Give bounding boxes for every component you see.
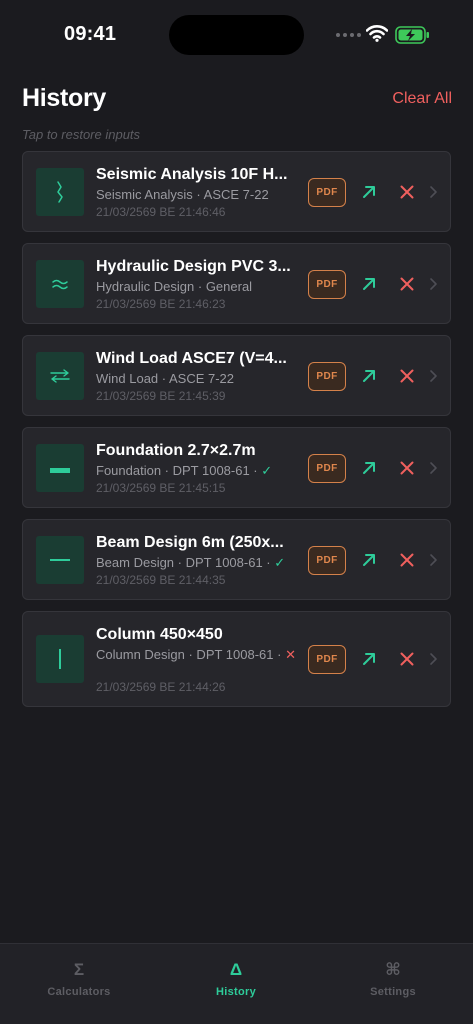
tab-settings[interactable]: ⌘ Settings [333, 959, 453, 998]
delete-icon[interactable] [397, 366, 417, 386]
tab-bar: Σ Calculators Δ History ⌘ Settings [0, 943, 473, 1024]
item-title: Hydraulic Design PVC 3... [96, 258, 291, 275]
item-subtitle: Seismic Analysis · ASCE 7-22 [96, 187, 269, 202]
seismic-wave-icon [36, 168, 84, 216]
tab-calculators[interactable]: Σ Calculators [19, 959, 139, 998]
history-item[interactable]: Beam Design 6m (250x... Beam Design · DP… [22, 519, 451, 600]
open-arrow-icon[interactable] [359, 274, 379, 294]
pdf-export-button[interactable]: PDF [308, 362, 346, 391]
page-title: History [22, 84, 107, 112]
delete-icon[interactable] [397, 649, 417, 669]
status-mark: ✓ [261, 463, 273, 478]
delete-icon[interactable] [397, 550, 417, 570]
history-item[interactable]: Foundation 2.7×2.7m Foundation · DPT 100… [22, 427, 451, 508]
delete-icon[interactable] [397, 182, 417, 202]
water-waves-icon [36, 260, 84, 308]
item-date: 21/03/2569 BE 21:44:35 [96, 573, 226, 587]
chevron-right-icon [430, 186, 437, 198]
cellular-signal-icon [336, 33, 361, 37]
dynamic-island [169, 15, 304, 55]
item-subtitle: Foundation · DPT 1008-61 · ✓ [96, 463, 273, 478]
tab-history[interactable]: Δ History [176, 959, 296, 998]
open-arrow-icon[interactable] [359, 550, 379, 570]
tab-label: History [216, 986, 256, 998]
history-item[interactable]: Column 450×450 Column Design · DPT 1008-… [22, 611, 451, 707]
item-subtitle: Column Design · DPT 1008-61 · ✕ [96, 647, 296, 662]
history-item[interactable]: Hydraulic Design PVC 3... Hydraulic Desi… [22, 243, 451, 324]
chevron-right-icon [430, 370, 437, 382]
status-bar: 09:41 [0, 0, 473, 62]
history-item[interactable]: Seismic Analysis 10F H... Seismic Analys… [22, 151, 451, 232]
chevron-right-icon [430, 554, 437, 566]
page-header: History Clear All [22, 84, 452, 118]
item-date: 21/03/2569 BE 21:46:46 [96, 205, 226, 219]
pdf-export-button[interactable]: PDF [308, 270, 346, 299]
pdf-export-button[interactable]: PDF [308, 178, 346, 207]
item-date: 21/03/2569 BE 21:45:39 [96, 389, 226, 403]
delete-icon[interactable] [397, 458, 417, 478]
open-arrow-icon[interactable] [359, 366, 379, 386]
status-time: 09:41 [64, 23, 117, 45]
open-arrow-icon[interactable] [359, 649, 379, 669]
sigma-icon: Σ [73, 960, 85, 979]
pdf-export-button[interactable]: PDF [308, 546, 346, 575]
column-icon [36, 635, 84, 683]
item-title: Seismic Analysis 10F H... [96, 166, 288, 183]
item-date: 21/03/2569 BE 21:46:23 [96, 297, 226, 311]
command-icon: ⌘ [385, 960, 401, 979]
item-subtitle: Beam Design · DPT 1008-61 · ✓ [96, 555, 286, 570]
delta-icon: Δ [229, 960, 243, 979]
status-mark: ✓ [274, 555, 286, 570]
tab-label: Settings [370, 986, 416, 998]
open-arrow-icon[interactable] [359, 458, 379, 478]
wind-arrows-icon [36, 352, 84, 400]
item-subtitle: Wind Load · ASCE 7-22 [96, 371, 235, 386]
beam-icon [36, 536, 84, 584]
item-date: 21/03/2569 BE 21:44:26 [96, 680, 226, 694]
battery-charging-icon [395, 26, 429, 44]
item-title: Foundation 2.7×2.7m [96, 442, 256, 459]
item-date: 21/03/2569 BE 21:45:15 [96, 481, 226, 495]
pdf-export-button[interactable]: PDF [308, 454, 346, 483]
item-title: Beam Design 6m (250x... [96, 534, 284, 551]
restore-hint: Tap to restore inputs [22, 127, 141, 142]
item-title: Wind Load ASCE7 (V=4... [96, 350, 287, 367]
chevron-right-icon [430, 462, 437, 474]
wifi-icon [366, 25, 388, 42]
item-subtitle: Hydraulic Design · General [96, 279, 253, 294]
tab-label: Calculators [47, 986, 111, 998]
delete-icon[interactable] [397, 274, 417, 294]
status-mark: ✕ [285, 647, 296, 662]
foundation-slab-icon [36, 444, 84, 492]
clear-all-button[interactable]: Clear All [392, 90, 452, 108]
pdf-export-button[interactable]: PDF [308, 645, 346, 674]
item-title: Column 450×450 [96, 626, 223, 643]
chevron-right-icon [430, 278, 437, 290]
chevron-right-icon [430, 653, 437, 665]
history-item[interactable]: Wind Load ASCE7 (V=4... Wind Load · ASCE… [22, 335, 451, 416]
open-arrow-icon[interactable] [359, 182, 379, 202]
history-list: Seismic Analysis 10F H... Seismic Analys… [22, 151, 451, 718]
